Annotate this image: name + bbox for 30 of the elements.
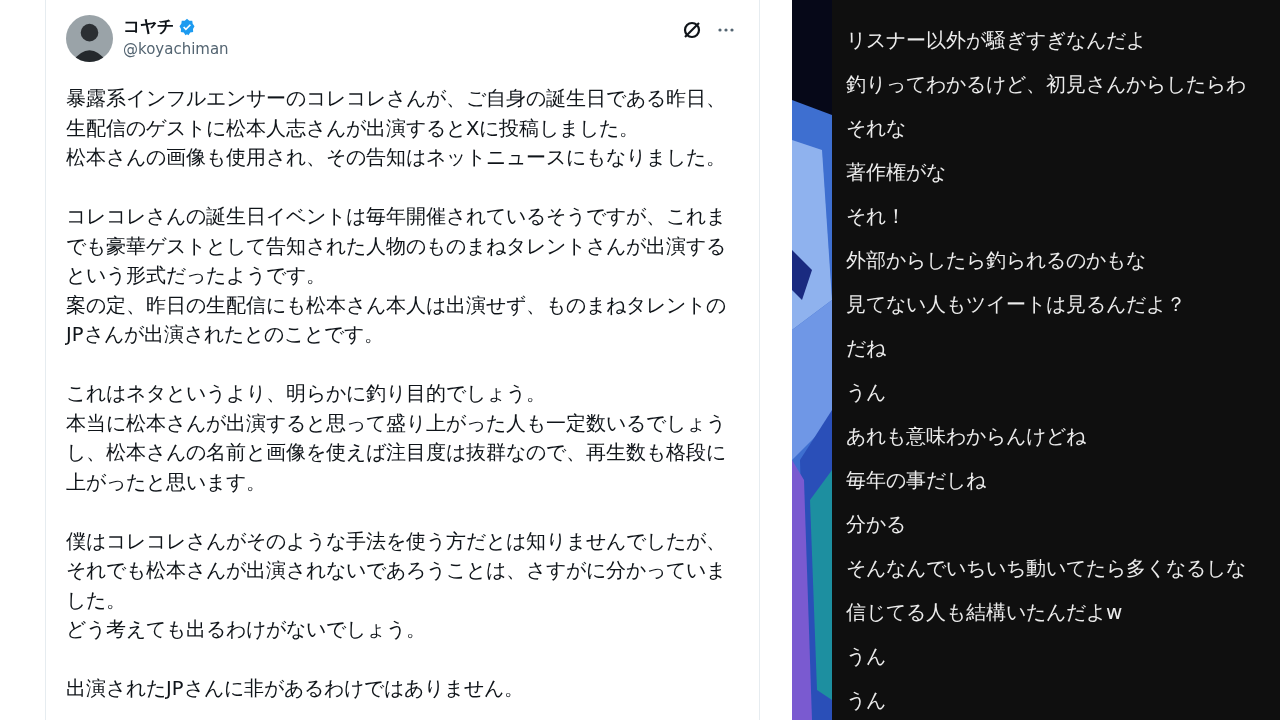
- post-text: 本当に松本さんが出演すると思って盛り上がった人も一定数いるでしょうし、松本さんの名前と画像を使えば注目度は抜群なので、再生数も格段に上がったと思います。: [66, 410, 727, 496]
- chat-message: 見てない人もツイートは見るんだよ？: [846, 291, 1187, 318]
- chat-message: それ！: [846, 203, 907, 230]
- user-handle[interactable]: @koyachiman: [123, 40, 671, 58]
- slashed-circle-icon[interactable]: [681, 19, 703, 41]
- chat-message: だね: [846, 335, 887, 362]
- post-text: コレコレさんの誕生日イベントは毎年開催されているそうですが、これまでも豪華ゲストとして告知された人物のものまねタレントさんが出演するという形式だったようです。: [66, 204, 727, 289]
- chat-message: 外部からしたら釣られるのかもな: [846, 247, 1147, 274]
- post-text: 暴露系インフルエンサーのコレコレさんが、ご自身の誕生日である昨日、生配信のゲストに松本人志さんが出演するとXに投稿しました。: [66, 86, 727, 142]
- chat-message: 著作権がな: [846, 159, 947, 186]
- chat-message: うん: [846, 687, 887, 714]
- chat-message: 信じてる人も結構いたんだよw: [846, 599, 1124, 626]
- post-text: 出演されたJPさんに非があるわけではありません。: [66, 676, 525, 702]
- chat-message: 分かる: [846, 511, 907, 538]
- chat-message: それな: [846, 115, 907, 142]
- display-name[interactable]: コヤチ: [123, 15, 174, 38]
- post-text: これはネタというより、明らかに釣り目的でしょう。: [66, 381, 547, 407]
- post-text: 松本さんの画像も使用され、その告知はネットニュースにもなりました。: [66, 145, 727, 171]
- post-text: 案の定、昨日の生配信にも松本さん本人は出演せず、ものまねタレントのJPさんが出演されたとのことです。: [66, 292, 727, 348]
- avatar[interactable]: [66, 15, 113, 62]
- chat-message: リスナー以外が騒ぎすぎなんだよ: [846, 27, 1147, 54]
- chat-message: 釣りってわかるけど、初見さんからしたらわ: [846, 71, 1247, 98]
- chat-message: そんなんでいちいち動いてたら多くなるしな: [846, 555, 1247, 582]
- more-icon[interactable]: [717, 27, 735, 33]
- post-text: 僕はコレコレさんがそのような手法を使う方だとは知りませんでしたが、それでも松本さんが出演されないであろうことは、さすがに分かっていました。: [66, 528, 727, 614]
- chat-message: うん: [846, 643, 887, 670]
- chat-message: うん: [846, 379, 887, 406]
- chat-message: 毎年の事だしね: [846, 467, 987, 494]
- chat-message: あれも意味わからんけどね: [846, 423, 1087, 450]
- post-text: どう考えても出るわけがないでしょう。: [66, 617, 427, 643]
